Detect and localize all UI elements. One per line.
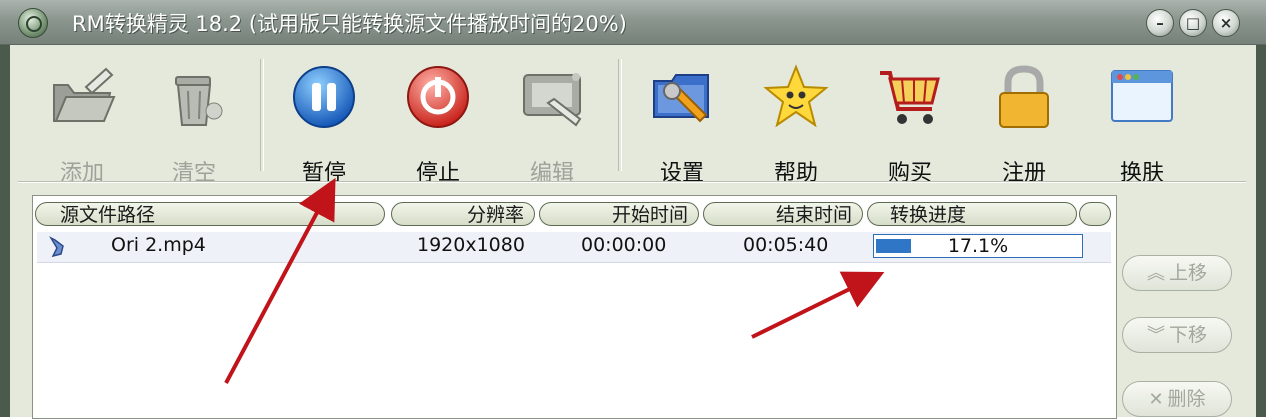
move-up-button[interactable]: ︽ 上移: [1122, 255, 1232, 291]
close-button[interactable]: ×: [1212, 9, 1240, 37]
move-down-button[interactable]: ︾ 下移: [1122, 317, 1232, 353]
move-up-label: 上移: [1168, 262, 1207, 284]
file-list[interactable]: 源文件路径 分辨率 开始时间 结束时间 转换进度 Ori 2.mp4 1920x…: [32, 195, 1117, 419]
column-header-end[interactable]: 结束时间: [703, 202, 863, 226]
skin-button[interactable]: 换肤: [1092, 59, 1192, 191]
toolbar-separator: [260, 59, 264, 171]
clear-button[interactable]: 清空: [144, 59, 244, 191]
register-button[interactable]: 注册: [974, 59, 1074, 191]
window-body: 添加 清空 暂停 停止 编辑 设置 帮助 购买 注册 换肤 源文件路径 分辨率 …: [10, 45, 1256, 419]
pause-button[interactable]: 暂停: [274, 59, 374, 191]
file-name: Ori 2.mp4: [111, 234, 206, 256]
settings-button[interactable]: 设置: [632, 59, 732, 191]
cart-icon: [880, 71, 940, 124]
file-start-time: 00:00:00: [581, 234, 667, 256]
minimize-button[interactable]: –: [1146, 9, 1174, 37]
progress-bar: 17.1%: [873, 234, 1083, 258]
file-resolution: 1920x1080: [417, 234, 525, 256]
list-header: 源文件路径 分辨率 开始时间 结束时间 转换进度: [33, 196, 1116, 230]
delete-label: 删除: [1167, 388, 1206, 410]
app-icon[interactable]: [18, 8, 48, 38]
toolbar-divider: [18, 181, 1246, 183]
title-bar: RM转换精灵 18.2 (试用版只能转换源文件播放时间的20%) – □ ×: [0, 0, 1266, 45]
video-file-icon: [49, 236, 64, 258]
delete-button[interactable]: ✕ 删除: [1122, 381, 1232, 417]
window-skin-icon: [1111, 70, 1173, 122]
edit-button[interactable]: 编辑: [502, 59, 602, 191]
file-end-time: 00:05:40: [743, 234, 829, 256]
progress-text: 17.1%: [947, 235, 1009, 257]
window-title: RM转换精灵 18.2 (试用版只能转换源文件播放时间的20%): [72, 12, 627, 36]
stop-icon: [407, 66, 469, 128]
column-header-start[interactable]: 开始时间: [539, 202, 699, 226]
folder-add-icon: [53, 67, 116, 122]
help-button[interactable]: 帮助: [746, 59, 846, 191]
settings-wrench-icon: [653, 74, 709, 123]
trash-icon: [175, 76, 223, 126]
double-up-icon: ︽: [1146, 263, 1165, 284]
maximize-button[interactable]: □: [1179, 9, 1207, 37]
add-button[interactable]: 添加: [32, 59, 132, 191]
table-row[interactable]: Ori 2.mp4 1920x1080 00:00:00 00:05:40 17…: [37, 232, 1111, 263]
toolbar-separator: [618, 59, 622, 171]
film-edit-icon: [523, 73, 582, 127]
stop-button[interactable]: 停止: [388, 59, 488, 191]
pause-icon: [293, 66, 355, 128]
column-header-path[interactable]: 源文件路径: [35, 202, 385, 226]
buy-button[interactable]: 购买: [860, 59, 960, 191]
double-down-icon: ︾: [1146, 325, 1165, 346]
lock-icon: [999, 65, 1049, 128]
column-header-resolution[interactable]: 分辨率: [391, 202, 535, 226]
column-header-extra[interactable]: [1079, 202, 1111, 226]
move-down-label: 下移: [1168, 324, 1207, 346]
x-icon: ✕: [1148, 389, 1164, 410]
star-help-icon: [763, 64, 829, 128]
column-header-progress[interactable]: 转换进度: [867, 202, 1077, 226]
